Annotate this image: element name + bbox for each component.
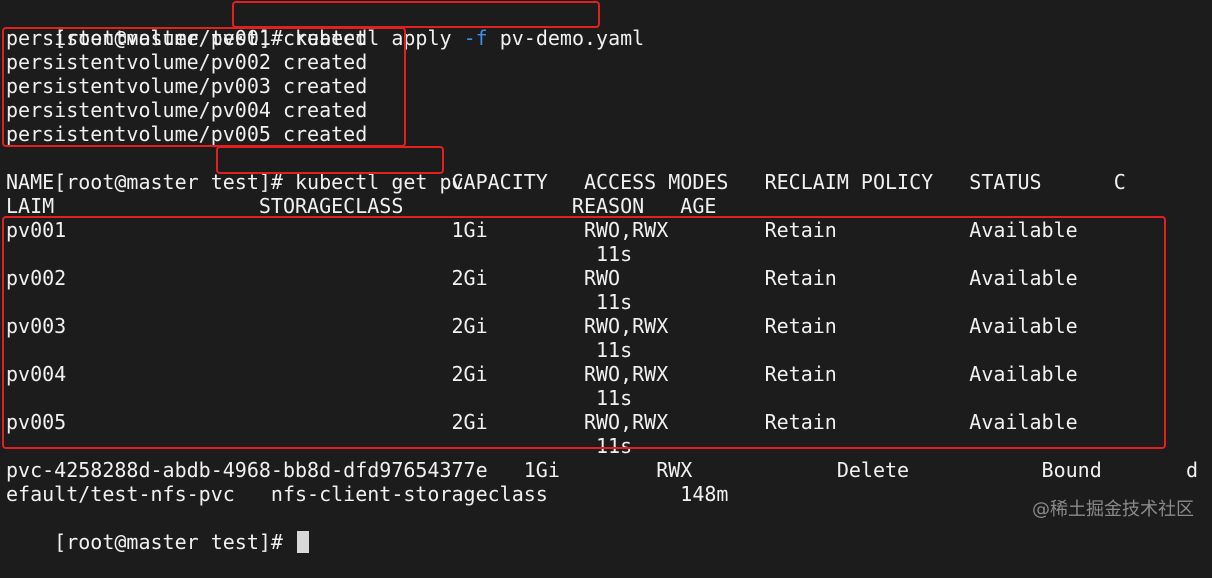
table-header-wrap: LAIM STORAGECLASS REASON AGE	[6, 194, 717, 218]
output-line: persistentvolume/pv005 created	[6, 122, 368, 146]
watermark-text: @稀土掘金技术社区	[1032, 499, 1194, 520]
command-flag: -f	[463, 26, 488, 50]
table-row-age: 11s	[6, 338, 633, 362]
table-row: pv001 1Gi RWO,RWX Retain Available	[6, 218, 1078, 242]
apply-command-line: [root@master test]# kubectl apply -f pv-…	[6, 2, 644, 50]
output-line: persistentvolume/pv004 created	[6, 98, 368, 122]
final-prompt-line[interactable]: [root@master test]#	[6, 506, 309, 554]
terminal-window[interactable]: [root@master test]# kubectl apply -f pv-…	[0, 0, 1212, 554]
table-row-age: 11s	[6, 386, 633, 410]
output-line: persistentvolume/pv001 created	[6, 26, 368, 50]
table-row: pv004 2Gi RWO,RWX Retain Available	[6, 362, 1078, 386]
table-row-age: 11s	[6, 242, 633, 266]
table-row: pv003 2Gi RWO,RWX Retain Available	[6, 314, 1078, 338]
output-line: persistentvolume/pv002 created	[6, 50, 368, 74]
output-line: persistentvolume/pv003 created	[6, 74, 368, 98]
table-row-wrap: efault/test-nfs-pvc nfs-client-storagecl…	[6, 482, 729, 506]
cursor-block	[297, 531, 309, 553]
get-command-line: [root@master test]# kubectl get pv	[6, 146, 463, 194]
shell-prompt: [root@master test]#	[54, 530, 295, 554]
table-row: pv002 2Gi RWO Retain Available	[6, 266, 1078, 290]
command-filename: pv-demo.yaml	[487, 26, 645, 50]
table-row: pv005 2Gi RWO,RWX Retain Available	[6, 410, 1078, 434]
table-header: NAME CAPACITY ACCESS MODES RECLAIM POLIC…	[6, 170, 1126, 194]
table-row-age: 11s	[6, 434, 633, 458]
table-row: pvc-4258288d-abdb-4968-bb8d-dfd97654377e…	[6, 458, 1199, 482]
table-row-age: 11s	[6, 290, 633, 314]
